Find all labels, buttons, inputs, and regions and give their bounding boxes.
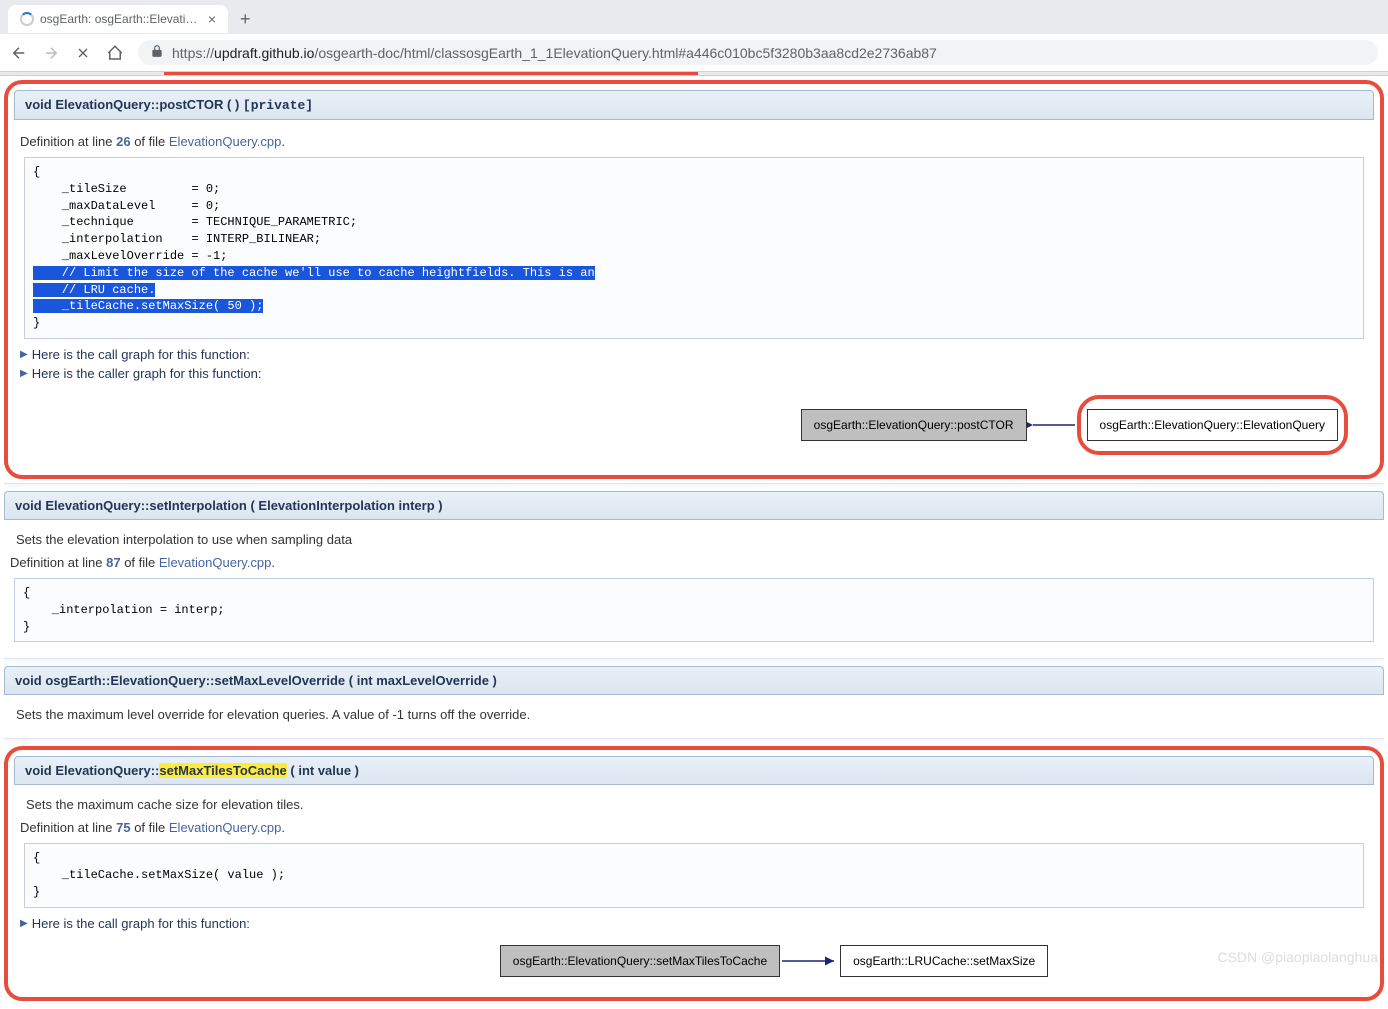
func-doc-setinterpolation: Sets the elevation interpolation to use … bbox=[4, 520, 1384, 658]
tab-title: osgEarth: osgEarth::ElevationQ bbox=[40, 12, 202, 26]
back-button[interactable] bbox=[10, 44, 28, 62]
chevron-right-icon: ▶ bbox=[20, 368, 28, 379]
graph-node-lrucache[interactable]: osgEarth::LRUCache::setMaxSize bbox=[840, 945, 1048, 977]
browser-tab[interactable]: osgEarth: osgEarth::ElevationQ × bbox=[8, 5, 228, 33]
caller-graph-toggle[interactable]: ▶Here is the caller graph for this funct… bbox=[20, 366, 1368, 381]
chevron-right-icon: ▶ bbox=[20, 349, 28, 360]
forward-button[interactable] bbox=[42, 44, 60, 62]
definition-line: Definition at line 87 of file ElevationQ… bbox=[10, 555, 1378, 570]
chevron-right-icon: ▶ bbox=[20, 918, 28, 929]
divider bbox=[4, 658, 1384, 666]
nav-bar: https://updraft.github.io/osgearth-doc/h… bbox=[0, 34, 1388, 72]
stop-button[interactable] bbox=[74, 44, 92, 62]
private-tag: [private] bbox=[243, 98, 313, 113]
caller-graph: osgEarth::ElevationQuery::postCTOR osgEa… bbox=[20, 385, 1368, 461]
call-graph: osgEarth::ElevationQuery::setMaxTilesToC… bbox=[20, 935, 1388, 983]
code-block-setmaxtiles: { _tileCache.setMaxSize( value ); } bbox=[24, 843, 1364, 907]
func-desc: Sets the elevation interpolation to use … bbox=[10, 532, 1378, 547]
call-graph-toggle[interactable]: ▶Here is the call graph for this functio… bbox=[20, 916, 1368, 931]
file-link[interactable]: ElevationQuery.cpp bbox=[169, 820, 282, 835]
line-link[interactable]: 75 bbox=[116, 820, 130, 835]
func-doc-setmaxleveloverride: Sets the maximum level override for elev… bbox=[4, 695, 1384, 738]
divider bbox=[4, 738, 1384, 746]
tab-bar: osgEarth: osgEarth::ElevationQ × + bbox=[0, 0, 1388, 34]
graph-node-elevationquery[interactable]: osgEarth::ElevationQuery::ElevationQuery bbox=[1087, 409, 1338, 441]
page-content: void ElevationQuery::postCTOR ( ) [priva… bbox=[0, 76, 1388, 1009]
func-desc: Sets the maximum level override for elev… bbox=[10, 707, 1378, 722]
func-title-postctor: void ElevationQuery::postCTOR ( ) [priva… bbox=[14, 90, 1374, 120]
code-block-setinterpolation: { _interpolation = interp; } bbox=[14, 578, 1374, 642]
func-sig: void ElevationQuery::postCTOR ( ) bbox=[25, 97, 243, 112]
definition-line: Definition at line 26 of file ElevationQ… bbox=[20, 134, 1368, 149]
annotation-box-setmaxtiles: void ElevationQuery::setMaxTilesToCache … bbox=[4, 746, 1384, 1000]
code-block-postctor: { _tileSize = 0; _maxDataLevel = 0; _tec… bbox=[24, 157, 1364, 339]
graph-node-setmaxtiles[interactable]: osgEarth::ElevationQuery::setMaxTilesToC… bbox=[500, 945, 780, 977]
url-text: https://updraft.github.io/osgearth-doc/h… bbox=[172, 45, 937, 61]
arrow-left-icon bbox=[1027, 415, 1077, 435]
line-link[interactable]: 87 bbox=[106, 555, 120, 570]
call-graph-toggle[interactable]: ▶Here is the call graph for this functio… bbox=[20, 347, 1368, 362]
home-button[interactable] bbox=[106, 44, 124, 62]
url-bar[interactable]: https://updraft.github.io/osgearth-doc/h… bbox=[138, 40, 1378, 65]
definition-line: Definition at line 75 of file ElevationQ… bbox=[20, 820, 1368, 835]
graph-node-postctor[interactable]: osgEarth::ElevationQuery::postCTOR bbox=[801, 409, 1027, 441]
annotation-box-postctor: void ElevationQuery::postCTOR ( ) [priva… bbox=[4, 80, 1384, 479]
func-doc-setmaxtiles: Sets the maximum cache size for elevatio… bbox=[14, 785, 1374, 990]
func-doc-postctor: Definition at line 26 of file ElevationQ… bbox=[14, 120, 1374, 469]
func-title-setinterpolation: void ElevationQuery::setInterpolation ( … bbox=[4, 491, 1384, 520]
lock-icon bbox=[150, 44, 164, 61]
func-desc: Sets the maximum cache size for elevatio… bbox=[20, 797, 1368, 812]
func-title-setmaxleveloverride: void osgEarth::ElevationQuery::setMaxLev… bbox=[4, 666, 1384, 695]
red-underline-annotation bbox=[164, 72, 698, 75]
file-link[interactable]: ElevationQuery.cpp bbox=[159, 555, 272, 570]
line-link[interactable]: 26 bbox=[116, 134, 130, 149]
browser-chrome: osgEarth: osgEarth::ElevationQ × + https… bbox=[0, 0, 1388, 76]
loading-spinner-icon bbox=[20, 12, 34, 26]
arrow-right-icon bbox=[780, 951, 840, 971]
new-tab-button[interactable]: + bbox=[240, 9, 251, 30]
func-title-setmaxtiles: void ElevationQuery::setMaxTilesToCache … bbox=[14, 756, 1374, 785]
divider bbox=[4, 483, 1384, 491]
file-link[interactable]: ElevationQuery.cpp bbox=[169, 134, 282, 149]
close-tab-icon[interactable]: × bbox=[208, 11, 216, 27]
annotation-circle-caller: osgEarth::ElevationQuery::ElevationQuery bbox=[1077, 395, 1348, 455]
selected-code: // Limit the size of the cache we'll use… bbox=[33, 266, 595, 314]
highlighted-method-name: setMaxTilesToCache bbox=[159, 763, 286, 778]
